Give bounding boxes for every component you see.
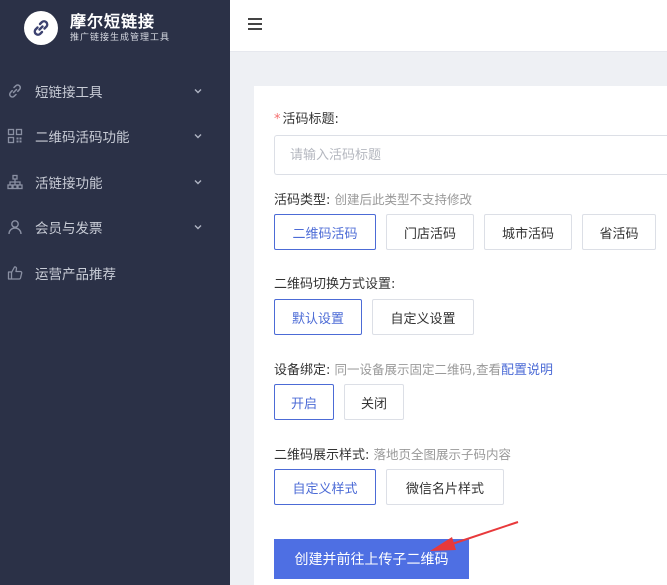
- sidebar-item-membership[interactable]: 会员与发票: [0, 205, 230, 251]
- style-options: 自定义样式 微信名片样式: [274, 469, 514, 505]
- device-option-on[interactable]: 开启: [274, 384, 334, 420]
- sidebar-item-label: 会员与发票: [35, 221, 103, 238]
- type-option-city[interactable]: 城市活码: [484, 214, 572, 250]
- sidebar-item-live-link[interactable]: 活链接功能: [0, 159, 230, 205]
- device-label: 设备绑定: 同一设备展示固定二维码,查看配置说明: [274, 361, 553, 380]
- device-option-off[interactable]: 关闭: [344, 384, 404, 420]
- create-and-upload-button[interactable]: 创建并前往上传子二维码: [274, 539, 469, 579]
- sidebar-item-label: 运营产品推荐: [35, 266, 116, 283]
- title-input[interactable]: [274, 135, 667, 175]
- brand-name: 摩尔短链接: [70, 11, 156, 31]
- type-hint: 创建后此类型不支持修改: [334, 192, 473, 207]
- sidebar-item-label: 短链接工具: [35, 84, 103, 101]
- type-option-qrcode[interactable]: 二维码活码: [274, 214, 376, 250]
- device-hint: 同一设备展示固定二维码,查看: [334, 362, 502, 377]
- top-bar: [230, 0, 667, 52]
- style-label-text: 二维码展示样式:: [274, 448, 370, 463]
- hamburger-icon[interactable]: [248, 18, 262, 32]
- brand[interactable]: 摩尔短链接 推广链接生成管理工具: [0, 0, 230, 56]
- brand-subtitle: 推广链接生成管理工具: [70, 32, 171, 43]
- type-option-store[interactable]: 门店活码: [386, 214, 474, 250]
- sidebar: 摩尔短链接 推广链接生成管理工具 短链接工具 二维码活码功能 活链接功能 会员与…: [0, 0, 230, 585]
- sidebar-item-short-link[interactable]: 短链接工具: [0, 68, 230, 114]
- link-logo-icon: [24, 11, 58, 45]
- title-label-text: 活码标题:: [282, 112, 339, 127]
- switch-option-custom[interactable]: 自定义设置: [372, 299, 474, 335]
- qrcode-icon: [6, 127, 24, 145]
- sidebar-item-recommend[interactable]: 运营产品推荐: [0, 250, 230, 296]
- type-option-province[interactable]: 省活码: [582, 214, 656, 250]
- chevron-down-icon: [192, 85, 204, 97]
- thumbs-up-icon: [6, 264, 24, 282]
- style-option-custom[interactable]: 自定义样式: [274, 469, 376, 505]
- chevron-down-icon: [192, 176, 204, 188]
- title-label: * 活码标题:: [274, 111, 339, 129]
- form-card: *活码标题: 活码类型: 创建后此类型不支持修改 二维码活码 门店活码 城市活码…: [254, 86, 667, 585]
- device-options: 开启 关闭: [274, 384, 414, 420]
- style-option-wechat-card[interactable]: 微信名片样式: [386, 469, 504, 505]
- sitemap-icon: [6, 173, 24, 191]
- switch-label: 二维码切换方式设置:: [274, 277, 396, 292]
- config-docs-link[interactable]: 配置说明: [501, 363, 553, 378]
- link-icon: [6, 82, 24, 100]
- type-options: 二维码活码 门店活码 城市活码 省活码: [274, 214, 666, 250]
- sidebar-menu: 短链接工具 二维码活码功能 活链接功能 会员与发票 运营产品推荐: [0, 68, 230, 296]
- style-hint: 落地页全图展示子码内容: [373, 447, 512, 462]
- required-mark: *: [274, 112, 281, 127]
- device-label-text: 设备绑定:: [274, 363, 331, 378]
- switch-option-default[interactable]: 默认设置: [274, 299, 362, 335]
- type-label-text: 活码类型:: [274, 193, 331, 208]
- sidebar-item-qrcode[interactable]: 二维码活码功能: [0, 114, 230, 160]
- user-icon: [6, 218, 24, 236]
- style-label: 二维码展示样式: 落地页全图展示子码内容: [274, 446, 511, 465]
- type-label: 活码类型: 创建后此类型不支持修改: [274, 191, 472, 210]
- chevron-down-icon: [192, 130, 204, 142]
- sidebar-item-label: 活链接功能: [35, 175, 103, 192]
- switch-options: 默认设置 自定义设置: [274, 299, 484, 335]
- chevron-down-icon: [192, 221, 204, 233]
- sidebar-item-label: 二维码活码功能: [35, 130, 130, 147]
